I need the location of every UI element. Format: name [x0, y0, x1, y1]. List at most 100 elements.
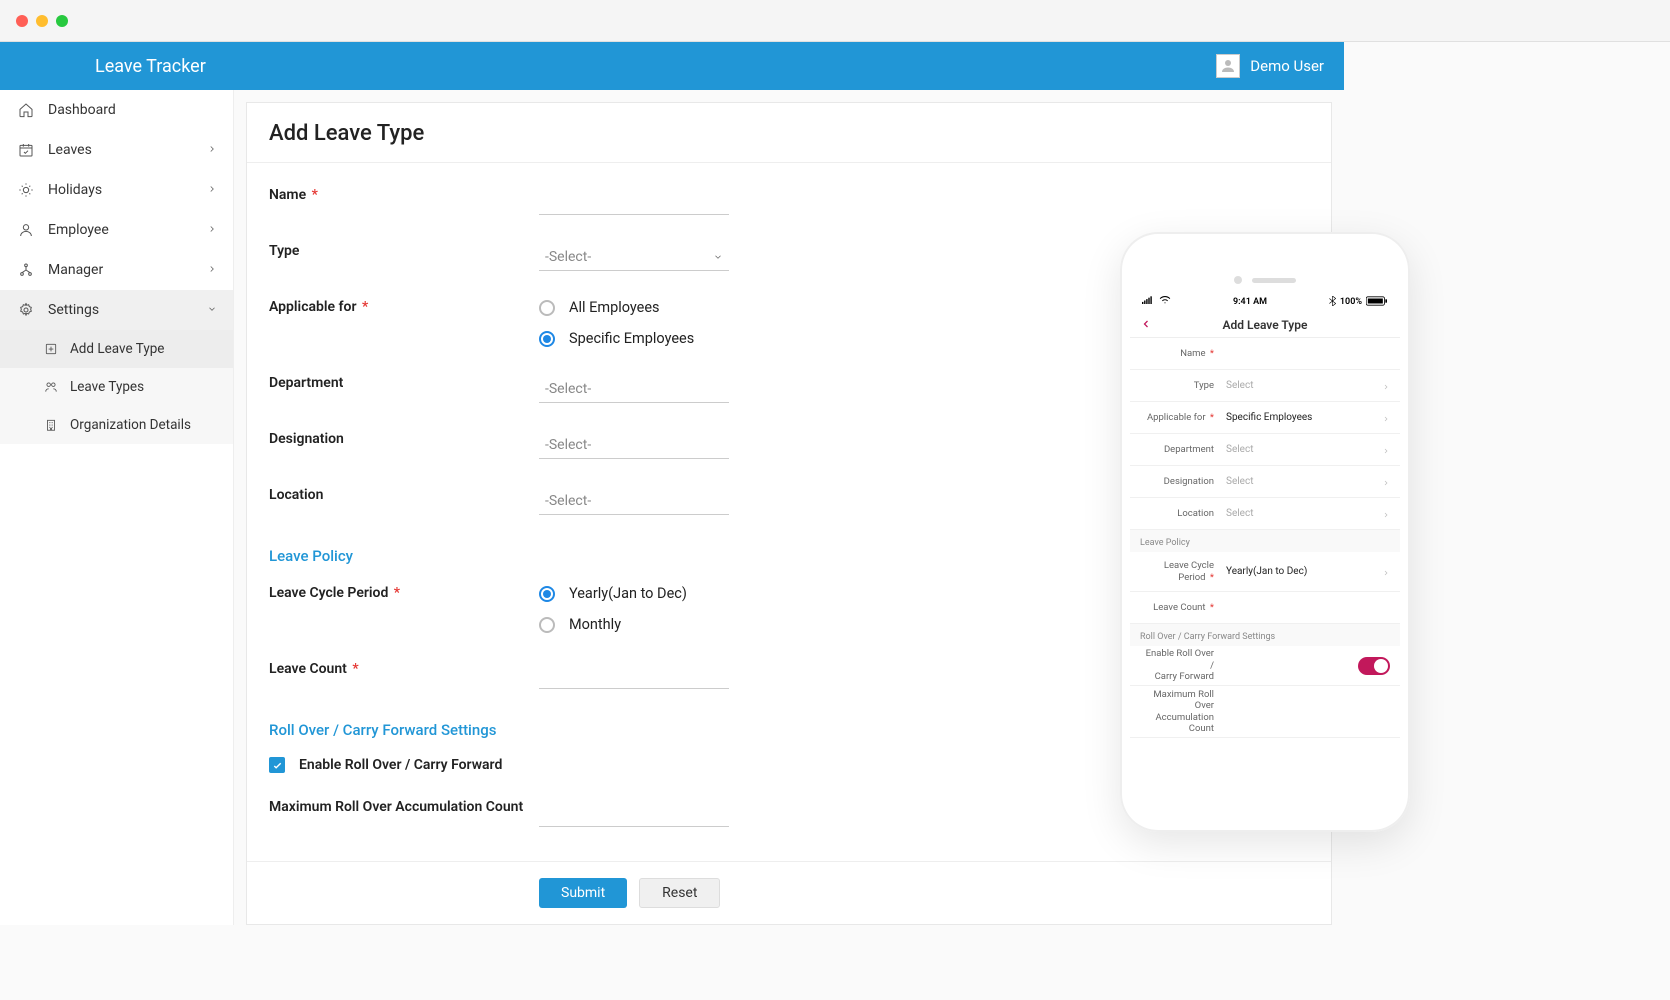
phone-section-rollover: Roll Over / Carry Forward Settings	[1130, 624, 1400, 646]
avatar	[1216, 54, 1240, 78]
designation-select[interactable]: -Select-	[539, 431, 729, 459]
phone-screen-title: Add Leave Type	[1223, 318, 1308, 332]
sidebar: Dashboard Leaves Holidays	[0, 90, 234, 925]
chevron-right-icon	[207, 262, 217, 278]
chevron-right-icon	[207, 182, 217, 198]
subnav-leave-types[interactable]: Leave Types	[0, 368, 233, 406]
label-leave-count: Leave Count *	[269, 661, 539, 677]
department-select[interactable]: -Select-	[539, 375, 729, 403]
user-area[interactable]: Demo User	[1216, 54, 1324, 78]
phone-hardware	[1130, 242, 1400, 292]
type-select[interactable]: -Select-	[539, 243, 729, 271]
radio-specific-employees[interactable]	[539, 331, 555, 347]
leave-count-input[interactable]	[539, 661, 729, 689]
checkbox-label: Enable Roll Over / Carry Forward	[299, 757, 502, 773]
subnav-add-leave-type[interactable]: Add Leave Type	[0, 330, 233, 368]
org-icon	[18, 262, 34, 278]
phone-label-enable-rollover: Enable Roll Over / Carry Forward	[1140, 648, 1222, 682]
max-rollover-input[interactable]	[539, 799, 729, 827]
phone-type-select[interactable]: Select	[1222, 380, 1382, 391]
app-title: Leave Tracker	[95, 56, 206, 77]
phone-mockup: 9:41 AM 100% Add Leave Type Name *	[1120, 232, 1410, 832]
name-input[interactable]	[539, 187, 729, 215]
page-title: Add Leave Type	[247, 103, 1331, 163]
sun-icon	[18, 182, 34, 198]
sidebar-item-settings[interactable]: Settings	[0, 290, 233, 330]
select-placeholder: -Select-	[545, 381, 591, 397]
bluetooth-icon	[1329, 296, 1336, 309]
gear-icon	[18, 302, 34, 318]
radio-monthly[interactable]	[539, 617, 555, 633]
sidebar-item-leaves[interactable]: Leaves	[0, 130, 233, 170]
phone-label-location: Location	[1140, 508, 1222, 519]
subnav-org-details[interactable]: Organization Details	[0, 406, 233, 444]
chevron-right-icon	[1382, 440, 1390, 459]
subnav-label: Add Leave Type	[70, 341, 164, 357]
user-icon	[18, 222, 34, 238]
browser-chrome	[0, 0, 1670, 42]
phone-label-name: Name *	[1140, 348, 1222, 359]
phone-back-button[interactable]	[1140, 315, 1152, 334]
label-type: Type	[269, 243, 539, 259]
building-icon	[44, 418, 58, 432]
enable-rollover-checkbox[interactable]	[269, 757, 285, 773]
sidebar-item-employee[interactable]: Employee	[0, 210, 233, 250]
chevron-right-icon	[1382, 472, 1390, 491]
location-select[interactable]: -Select-	[539, 487, 729, 515]
phone-label-leave-count: Leave Count *	[1140, 602, 1222, 613]
sidebar-item-manager[interactable]: Manager	[0, 250, 233, 290]
sidebar-item-holidays[interactable]: Holidays	[0, 170, 233, 210]
sidebar-label: Leaves	[48, 142, 92, 158]
radio-label: Yearly(Jan to Dec)	[569, 585, 687, 602]
label-applicable-for: Applicable for *	[269, 299, 539, 315]
label-location: Location	[269, 487, 539, 503]
label-name: Name *	[269, 187, 539, 203]
signal-icon	[1142, 296, 1156, 308]
chevron-right-icon	[1382, 376, 1390, 395]
chevron-right-icon	[207, 222, 217, 238]
reset-button[interactable]: Reset	[639, 878, 720, 908]
chevron-right-icon	[1382, 504, 1390, 523]
sidebar-item-dashboard[interactable]: Dashboard	[0, 90, 233, 130]
phone-status-bar: 9:41 AM 100%	[1130, 292, 1400, 312]
username: Demo User	[1250, 57, 1324, 75]
sidebar-label: Settings	[48, 302, 99, 318]
settings-subnav: Add Leave Type Leave Types Organization …	[0, 330, 233, 444]
sidebar-label: Dashboard	[48, 102, 116, 118]
phone-department-select[interactable]: Select	[1222, 444, 1382, 455]
phone-label-max-rollover: Maximum Roll Over Accumulation Count	[1140, 689, 1222, 735]
wifi-icon	[1159, 296, 1171, 308]
phone-rollover-toggle[interactable]	[1358, 657, 1390, 675]
radio-label: Monthly	[569, 616, 621, 633]
label-max-rollover: Maximum Roll Over Accumulation Count	[269, 799, 539, 815]
phone-label-applicable: Applicable for *	[1140, 412, 1222, 423]
chevron-down-icon	[713, 252, 723, 262]
phone-label-type: Type	[1140, 380, 1222, 391]
phone-time: 9:41 AM	[1233, 297, 1267, 307]
plus-box-icon	[44, 342, 58, 356]
phone-navbar: Add Leave Type	[1130, 312, 1400, 338]
submit-button[interactable]: Submit	[539, 878, 627, 908]
phone-battery-pct: 100%	[1340, 297, 1362, 307]
window-max-dot[interactable]	[56, 15, 68, 27]
select-placeholder: -Select-	[545, 249, 591, 265]
window-min-dot[interactable]	[36, 15, 48, 27]
radio-label: All Employees	[569, 299, 660, 316]
phone-location-select[interactable]: Select	[1222, 508, 1382, 519]
phone-designation-select[interactable]: Select	[1222, 476, 1382, 487]
window-close-dot[interactable]	[16, 15, 28, 27]
home-icon	[18, 102, 34, 118]
radio-all-employees[interactable]	[539, 300, 555, 316]
chevron-right-icon	[207, 142, 217, 158]
subnav-label: Organization Details	[70, 417, 191, 433]
phone-section-leave-policy: Leave Policy	[1130, 530, 1400, 552]
subnav-label: Leave Types	[70, 379, 144, 395]
label-designation: Designation	[269, 431, 539, 447]
label-department: Department	[269, 375, 539, 391]
sidebar-label: Holidays	[48, 182, 102, 198]
phone-leave-cycle-select[interactable]: Yearly(Jan to Dec)	[1222, 566, 1382, 577]
phone-applicable-select[interactable]: Specific Employees	[1222, 412, 1382, 423]
sidebar-label: Manager	[48, 262, 103, 278]
radio-label: Specific Employees	[569, 330, 694, 347]
radio-yearly[interactable]	[539, 586, 555, 602]
